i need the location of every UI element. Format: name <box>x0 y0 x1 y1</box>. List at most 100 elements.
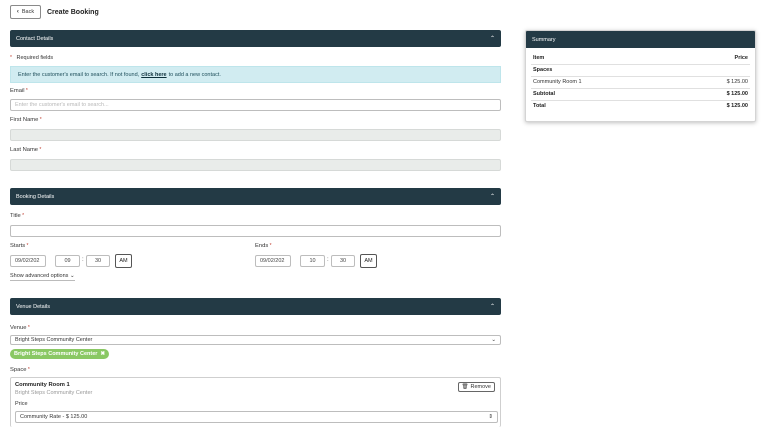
subtotal-value: $ 125.00 <box>726 91 748 97</box>
remove-label: Remove <box>470 384 491 390</box>
time-separator: : <box>82 257 84 263</box>
divider <box>531 88 750 89</box>
summary-header: Summary <box>526 31 755 48</box>
start-minute-value: 30 <box>94 258 102 264</box>
venue-select[interactable]: Bright Steps Community Center ⌄ <box>10 335 501 345</box>
venue-details-header[interactable]: Venue Details ⌃ <box>10 298 501 315</box>
summary-group-label: Spaces <box>533 67 553 73</box>
email-label: Email * <box>10 88 28 94</box>
info-suffix: to add a new contact. <box>168 71 221 78</box>
email-placeholder: Enter the customer's email to search... <box>15 102 109 108</box>
page-title: Create Booking <box>47 8 99 16</box>
summary-total: Total $ 125.00 <box>533 103 748 109</box>
starts-label: Starts * <box>10 243 28 249</box>
required-star: * <box>10 55 12 61</box>
chevron-up-icon: ⌃ <box>489 35 495 42</box>
start-hour-input[interactable]: 09 <box>55 255 80 267</box>
subtotal-label: Subtotal <box>533 91 555 97</box>
start-ampm-value: AM <box>119 258 128 264</box>
advanced-options-label: Show advanced options <box>10 273 69 279</box>
divider <box>531 100 750 101</box>
end-minute-input[interactable]: 30 <box>331 255 355 267</box>
last-name-label: Last Name * <box>10 147 41 153</box>
back-button[interactable]: ‹ Back <box>10 5 41 19</box>
ends-label: Ends * <box>255 243 272 249</box>
required-star: * <box>24 88 28 94</box>
price-label: Price <box>15 401 28 407</box>
required-star: * <box>26 325 30 331</box>
end-date-value: 09/02/202 <box>260 258 285 264</box>
summary-subtotal: Subtotal $ 125.00 <box>533 91 748 97</box>
required-star: * <box>268 243 272 249</box>
end-date-input[interactable]: 09/02/202 <box>255 255 291 267</box>
email-label-text: Email <box>10 88 25 94</box>
top-bar: ‹ Back Create Booking <box>10 5 99 19</box>
required-star: * <box>26 367 30 373</box>
last-name-input[interactable] <box>10 159 501 171</box>
required-note-text: Required fields <box>16 55 54 61</box>
venue-label-text: Venue <box>10 325 27 331</box>
rate-select[interactable]: Community Rate - $ 125.00 ⇕ <box>15 411 498 423</box>
divider <box>531 76 750 77</box>
time-separator: : <box>327 257 329 263</box>
first-name-input[interactable] <box>10 129 501 141</box>
info-prefix: Enter the customer's email to search. If… <box>18 71 140 78</box>
start-ampm-toggle[interactable]: AM <box>115 254 132 268</box>
start-minute-input[interactable]: 30 <box>86 255 110 267</box>
venue-chip: Bright Steps Community Center ✖ <box>10 349 110 359</box>
end-ampm-value: AM <box>364 258 373 264</box>
venue-selected-value: Bright Steps Community Center <box>15 337 93 343</box>
title-input[interactable] <box>10 225 501 237</box>
remove-space-button[interactable]: 🗑 Remove <box>457 382 495 392</box>
venue-details-title: Venue Details <box>16 303 50 310</box>
start-hour-value: 09 <box>64 258 71 264</box>
space-label-text: Space <box>10 367 27 373</box>
rate-selected-value: Community Rate - $ 125.00 <box>20 414 88 420</box>
sort-arrows-icon: ⇕ <box>488 414 493 420</box>
close-icon[interactable]: ✖ <box>100 351 105 357</box>
summary-title: Summary <box>532 36 556 43</box>
required-star: * <box>20 213 25 219</box>
summary-panel: Summary Item Price Spaces Community Room… <box>525 30 756 122</box>
space-label: Space * <box>10 367 30 373</box>
chevron-up-icon: ⌃ <box>489 303 495 310</box>
booking-details-title: Booking Details <box>16 193 55 200</box>
summary-group: Spaces <box>533 67 748 73</box>
chevron-down-icon: ⌄ <box>491 337 496 343</box>
end-minute-value: 30 <box>339 258 347 264</box>
contact-details-title: Contact Details <box>16 35 54 42</box>
total-value: $ 125.00 <box>726 103 748 109</box>
total-label: Total <box>533 103 546 109</box>
space-name: Community Room 1 <box>15 382 70 388</box>
summary-row-price: $ 125.00 <box>726 79 748 85</box>
required-star: * <box>38 117 42 123</box>
chevron-down-icon: ⌄ <box>69 273 75 279</box>
required-note: * Required fields <box>10 55 53 61</box>
required-star: * <box>38 147 42 153</box>
email-input[interactable]: Enter the customer's email to search... <box>10 99 501 111</box>
end-ampm-toggle[interactable]: AM <box>360 254 377 268</box>
space-venue-name: Bright Steps Community Center <box>15 390 93 396</box>
start-date-value: 09/02/202 <box>15 258 40 264</box>
ends-label-text: Ends <box>255 243 269 249</box>
trash-icon: 🗑 <box>461 384 469 390</box>
contact-details-header[interactable]: Contact Details ⌃ <box>10 30 501 47</box>
booking-details-header[interactable]: Booking Details ⌃ <box>10 188 501 205</box>
end-hour-input[interactable]: 10 <box>300 255 325 267</box>
space-card: Community Room 1 Bright Steps Community … <box>10 377 501 427</box>
back-button-label: Back <box>21 9 35 15</box>
summary-row: Community Room 1 $ 125.00 <box>533 79 748 85</box>
venue-label: Venue * <box>10 325 30 331</box>
chevron-up-icon: ⌃ <box>489 193 495 200</box>
first-name-label: First Name * <box>10 117 42 123</box>
add-contact-link[interactable]: click here <box>141 72 166 78</box>
required-star: * <box>25 243 29 249</box>
divider <box>531 64 750 65</box>
starts-label-text: Starts <box>10 243 26 249</box>
summary-row-item: Community Room 1 <box>533 79 582 85</box>
show-advanced-options-toggle[interactable]: Show advanced options ⌄ <box>10 273 75 281</box>
summary-col-item: Item <box>533 55 545 61</box>
start-date-input[interactable]: 09/02/202 <box>10 255 46 267</box>
venue-chip-label: Bright Steps Community Center <box>14 351 98 357</box>
summary-col-price: Price <box>734 55 748 61</box>
